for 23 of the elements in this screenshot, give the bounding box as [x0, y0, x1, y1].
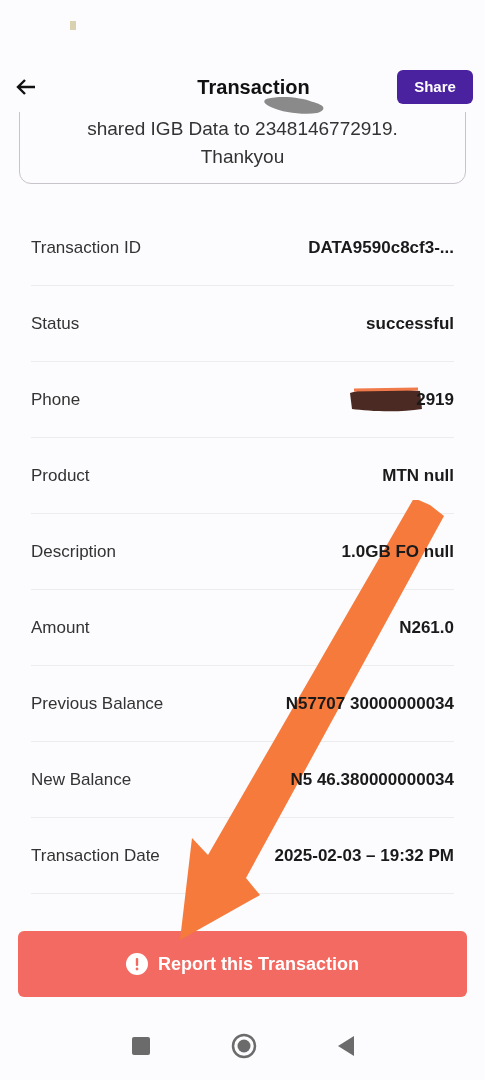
detail-label: New Balance [31, 768, 132, 791]
message-text: Thankyou [200, 145, 285, 169]
notification-icon [68, 20, 78, 32]
detail-label: Transaction Date [31, 844, 160, 867]
detail-label: Previous Balance [31, 692, 164, 715]
back-nav-icon[interactable] [336, 1035, 355, 1057]
detail-label: Product [31, 464, 90, 487]
message-text: shared IGB Data to 2348146772919. [87, 117, 398, 141]
home-icon[interactable] [230, 1033, 257, 1059]
share-button[interactable]: Share [397, 70, 473, 104]
detail-label: Phone [31, 388, 81, 411]
detail-value: DATA9590c8cf3-... [308, 236, 454, 259]
detail-value: N261.0 [399, 616, 454, 639]
alert-icon [125, 953, 148, 975]
page-title: Transaction [197, 75, 310, 100]
detail-label: Description [31, 540, 117, 563]
recents-icon[interactable] [130, 1036, 151, 1056]
detail-label: Status [31, 312, 80, 335]
detail-value: 2025-02-03 – 19:32 PM [274, 844, 454, 867]
detail-label: Transaction ID [31, 236, 141, 259]
detail-value: MTN null [382, 464, 454, 487]
detail-label: Amount [31, 616, 90, 639]
detail-value: successful [366, 312, 454, 335]
